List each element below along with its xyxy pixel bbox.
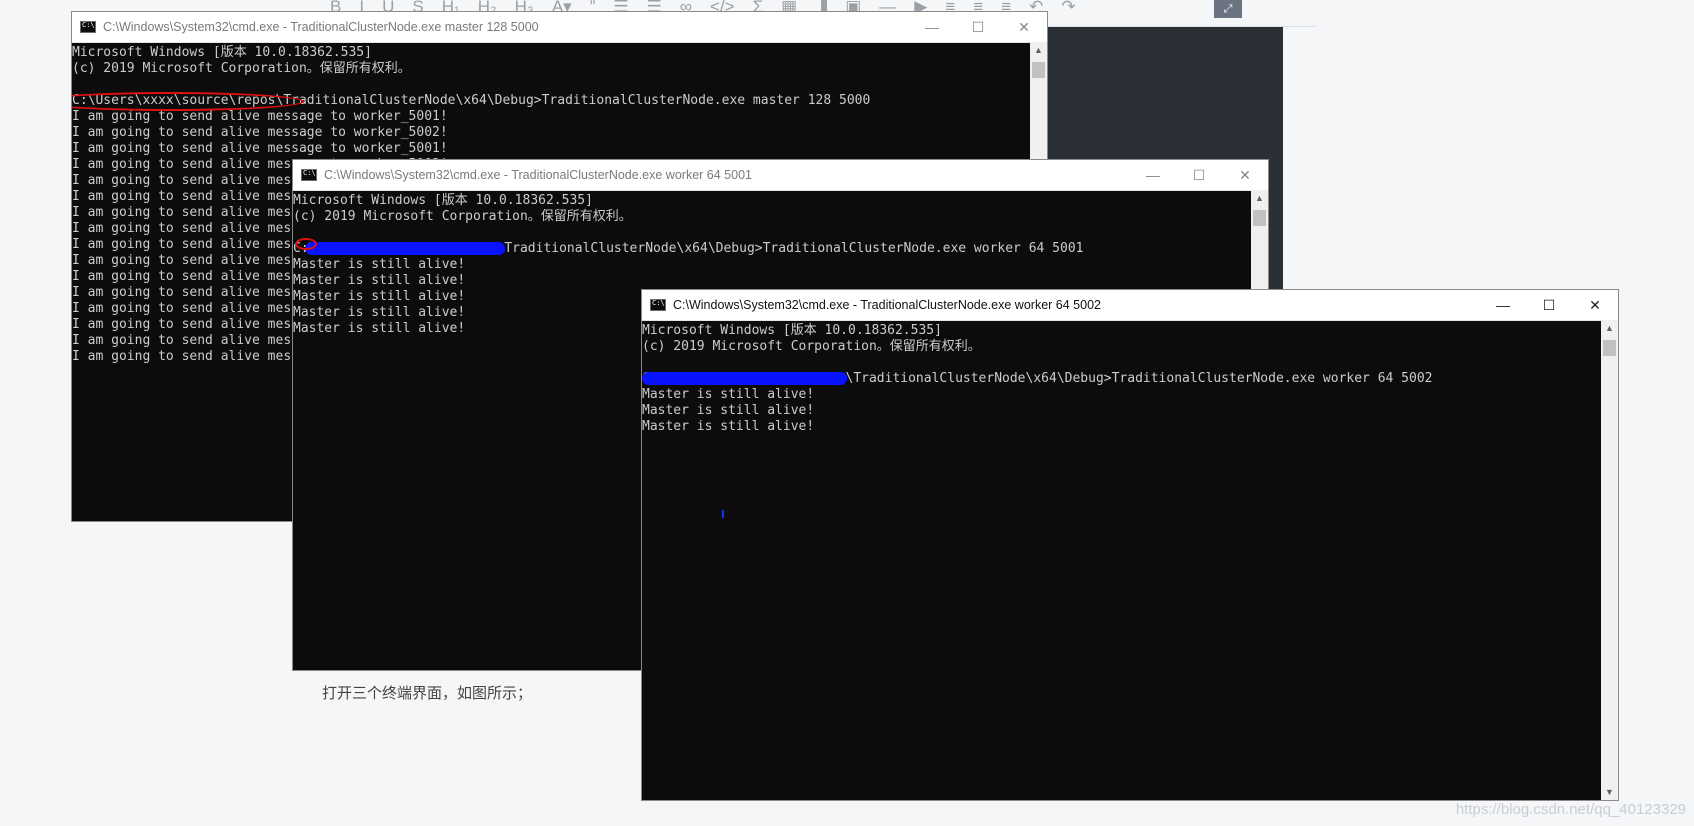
console-line: (c) 2019 Microsoft Corporation。保留所有权利。 <box>72 61 411 76</box>
cmd-icon <box>650 299 666 311</box>
window-title: C:\Windows\System32\cmd.exe - Traditiona… <box>324 168 752 182</box>
scrollbar[interactable]: ▲ ▼ <box>1601 320 1618 800</box>
titlebar[interactable]: C:\Windows\System32\cmd.exe - Traditiona… <box>642 290 1618 321</box>
scroll-up-icon[interactable]: ▲ <box>1251 190 1268 206</box>
titlebar[interactable]: C:\Windows\System32\cmd.exe - Traditiona… <box>293 160 1268 191</box>
scroll-up-icon[interactable]: ▲ <box>1030 42 1047 58</box>
redo-icon[interactable]: ↷ <box>1061 0 1075 14</box>
console-line: Master is still alive! <box>642 419 815 434</box>
cmd-icon <box>80 21 96 33</box>
console-line: Microsoft Windows [版本 10.0.18362.535] <box>642 323 942 338</box>
console-line: (c) 2019 Microsoft Corporation。保留所有权利。 <box>293 209 632 224</box>
minimize-button[interactable]: — <box>909 12 955 42</box>
console-line: (c) 2019 Microsoft Corporation。保留所有权利。 <box>642 339 981 354</box>
article-caption: 打开三个终端界面，如图所示； <box>322 685 533 702</box>
redaction-mark <box>295 238 317 250</box>
expand-icon[interactable]: ⤢ <box>1214 0 1242 18</box>
redaction-mark <box>642 372 847 385</box>
cursor-mark <box>722 510 724 518</box>
minimize-button[interactable]: — <box>1130 160 1176 190</box>
console-line: Master is still alive! <box>642 403 815 418</box>
console-line: Master is still alive! <box>293 257 466 272</box>
window-title: C:\Windows\System32\cmd.exe - Traditiona… <box>103 20 539 34</box>
console-line: Master is still alive! <box>642 387 815 402</box>
scroll-down-icon[interactable]: ▼ <box>1601 784 1618 800</box>
console-line: I am going to send alive message to work… <box>72 141 448 156</box>
maximize-button[interactable]: ☐ <box>955 12 1001 42</box>
close-button[interactable]: ✕ <box>1572 290 1618 320</box>
maximize-button[interactable]: ☐ <box>1176 160 1222 190</box>
scroll-up-icon[interactable]: ▲ <box>1601 320 1618 336</box>
console-line: I am going to send alive message to work… <box>72 109 448 124</box>
scroll-thumb[interactable] <box>1253 210 1266 226</box>
cmd-window-worker-5002[interactable]: C:\Windows\System32\cmd.exe - Traditiona… <box>641 289 1619 801</box>
close-button[interactable]: ✕ <box>1222 160 1268 190</box>
titlebar[interactable]: C:\Windows\System32\cmd.exe - Traditiona… <box>72 12 1047 43</box>
minimize-button[interactable]: — <box>1480 290 1526 320</box>
cmd-icon <box>301 169 317 181</box>
console-line: Microsoft Windows [版本 10.0.18362.535] <box>293 193 593 208</box>
scroll-thumb[interactable] <box>1032 62 1045 78</box>
window-title: C:\Windows\System32\cmd.exe - Traditiona… <box>673 298 1101 312</box>
watermark: https://blog.csdn.net/qq_40123329 <box>1455 801 1686 818</box>
scroll-thumb[interactable] <box>1603 340 1616 356</box>
console-line: Microsoft Windows [版本 10.0.18362.535] <box>72 45 372 60</box>
maximize-button[interactable]: ☐ <box>1526 290 1572 320</box>
console-line: I am going to send alive message to work… <box>72 125 448 140</box>
redaction-mark <box>305 242 505 255</box>
console-line: Master is still alive! <box>293 273 466 288</box>
close-button[interactable]: ✕ <box>1001 12 1047 42</box>
